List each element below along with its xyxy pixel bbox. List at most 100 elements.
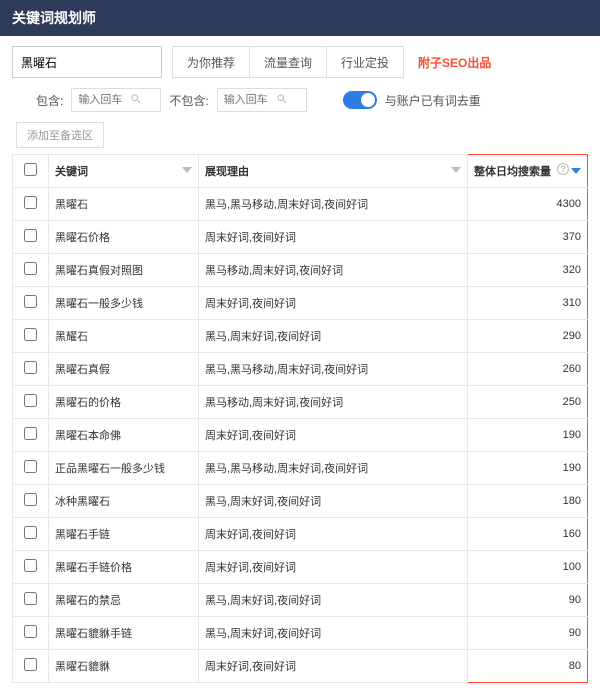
cell-reason: 周末好词,夜间好词	[199, 419, 468, 452]
cell-keyword: 黑曜石本命佛	[49, 419, 199, 452]
cell-volume: 180	[468, 485, 588, 518]
exclude-box[interactable]	[217, 88, 307, 112]
sort-keyword[interactable]	[182, 163, 192, 173]
page-title: 关键词规划师	[0, 0, 600, 36]
cell-volume: 4300	[468, 188, 588, 221]
row-checkbox-cell[interactable]	[13, 254, 49, 287]
include-label: 包含:	[36, 92, 63, 109]
cell-keyword: 黑曜石貔貅	[49, 650, 199, 683]
select-all-header[interactable]	[13, 155, 49, 188]
row-checkbox[interactable]	[24, 559, 37, 572]
cell-volume: 260	[468, 353, 588, 386]
row-checkbox[interactable]	[24, 361, 37, 374]
add-to-candidates-button[interactable]: 添加至备选区	[16, 122, 104, 148]
search-icon	[276, 93, 288, 108]
cell-volume: 370	[468, 221, 588, 254]
exclude-label: 不包含:	[169, 92, 208, 109]
cell-volume: 100	[468, 551, 588, 584]
cell-keyword: 黑曜石貔貅手链	[49, 617, 199, 650]
row-checkbox-cell[interactable]	[13, 617, 49, 650]
cell-reason: 黑马移动,周末好词,夜间好词	[199, 254, 468, 287]
cell-keyword: 黑曜石的价格	[49, 386, 199, 419]
row-checkbox-cell[interactable]	[13, 518, 49, 551]
table-row: 冰种黑曜石黑马,周末好词,夜间好词180	[13, 485, 588, 518]
cell-reason: 周末好词,夜间好词	[199, 551, 468, 584]
cell-keyword: 黑曜石真假对照图	[49, 254, 199, 287]
include-box[interactable]	[71, 88, 161, 112]
row-checkbox-cell[interactable]	[13, 584, 49, 617]
search-input[interactable]	[21, 55, 176, 69]
row-checkbox[interactable]	[24, 493, 37, 506]
cell-reason: 黑马,周末好词,夜间好词	[199, 617, 468, 650]
cell-keyword: 正品黑曜石一般多少钱	[49, 452, 199, 485]
cell-reason: 黑马,周末好词,夜间好词	[199, 485, 468, 518]
select-all-checkbox[interactable]	[24, 163, 37, 176]
toolbar-filters: 包含: 不包含: 与账户已有词去重	[0, 78, 600, 122]
row-checkbox[interactable]	[24, 658, 37, 671]
col-volume[interactable]: 整体日均搜索量 ?	[468, 155, 588, 188]
dedupe-toggle[interactable]	[343, 91, 377, 109]
row-checkbox-cell[interactable]	[13, 386, 49, 419]
row-checkbox-cell[interactable]	[13, 419, 49, 452]
row-checkbox-cell[interactable]	[13, 551, 49, 584]
cell-keyword: 黑曜石手链价格	[49, 551, 199, 584]
cell-keyword: 黑曜石真假	[49, 353, 199, 386]
row-checkbox[interactable]	[24, 196, 37, 209]
cell-reason: 黑马,周末好词,夜间好词	[199, 584, 468, 617]
include-input[interactable]	[78, 94, 130, 106]
row-checkbox-cell[interactable]	[13, 353, 49, 386]
row-checkbox-cell[interactable]	[13, 485, 49, 518]
cell-reason: 黑马,黑马移动,周末好词,夜间好词	[199, 452, 468, 485]
search-icon	[130, 93, 142, 108]
cell-volume: 290	[468, 320, 588, 353]
tab-brand[interactable]: 附子SEO出品	[404, 46, 506, 78]
col-keyword[interactable]: 关键词	[49, 155, 199, 188]
table-row: 黑曜石貔貅手链黑马,周末好词,夜间好词90	[13, 617, 588, 650]
row-checkbox-cell[interactable]	[13, 452, 49, 485]
row-checkbox[interactable]	[24, 394, 37, 407]
row-checkbox-cell[interactable]	[13, 188, 49, 221]
row-checkbox[interactable]	[24, 460, 37, 473]
cell-volume: 90	[468, 584, 588, 617]
row-checkbox[interactable]	[24, 625, 37, 638]
tab-industry[interactable]: 行业定投	[327, 46, 404, 78]
row-checkbox[interactable]	[24, 427, 37, 440]
cell-volume: 310	[468, 287, 588, 320]
row-checkbox-cell[interactable]	[13, 320, 49, 353]
cell-volume: 250	[468, 386, 588, 419]
sort-volume[interactable]: ?	[557, 163, 581, 175]
col-reason[interactable]: 展现理由	[199, 155, 468, 188]
exclude-input[interactable]	[224, 94, 276, 106]
toolbar-primary: 为你推荐 流量查询 行业定投 附子SEO出品	[0, 36, 600, 78]
col-reason-label: 展现理由	[205, 166, 249, 178]
table-row: 黑曜石一般多少钱周末好词,夜间好词310	[13, 287, 588, 320]
row-checkbox[interactable]	[24, 229, 37, 242]
table-row: 黑曜石价格周末好词,夜间好词370	[13, 221, 588, 254]
row-checkbox[interactable]	[24, 262, 37, 275]
table-row: 正品黑曜石一般多少钱黑马,黑马移动,周末好词,夜间好词190	[13, 452, 588, 485]
cell-keyword: 黑曜石的禁忌	[49, 584, 199, 617]
cell-reason: 黑马,周末好词,夜间好词	[199, 320, 468, 353]
row-checkbox[interactable]	[24, 328, 37, 341]
table-row: 黑曜石黑马,黑马移动,周末好词,夜间好词4300	[13, 188, 588, 221]
row-checkbox[interactable]	[24, 526, 37, 539]
tab-traffic[interactable]: 流量查询	[250, 46, 327, 78]
row-checkbox-cell[interactable]	[13, 221, 49, 254]
cell-volume: 190	[468, 419, 588, 452]
row-checkbox[interactable]	[24, 592, 37, 605]
info-icon[interactable]: ?	[557, 163, 569, 175]
row-checkbox-cell[interactable]	[13, 650, 49, 683]
cell-reason: 周末好词,夜间好词	[199, 221, 468, 254]
dedupe-label: 与账户已有词去重	[385, 92, 481, 109]
table-row: 黑曜石的禁忌黑马,周末好词,夜间好词90	[13, 584, 588, 617]
cell-reason: 黑马移动,周末好词,夜间好词	[199, 386, 468, 419]
cell-volume: 320	[468, 254, 588, 287]
row-checkbox-cell[interactable]	[13, 287, 49, 320]
col-keyword-label: 关键词	[55, 166, 88, 178]
search-box[interactable]	[12, 46, 162, 78]
table-row: 黑曜石手链周末好词,夜间好词160	[13, 518, 588, 551]
tab-recommend[interactable]: 为你推荐	[172, 46, 250, 78]
row-checkbox[interactable]	[24, 295, 37, 308]
table-row: 黑曜石真假对照图黑马移动,周末好词,夜间好词320	[13, 254, 588, 287]
sort-reason[interactable]	[451, 163, 461, 173]
